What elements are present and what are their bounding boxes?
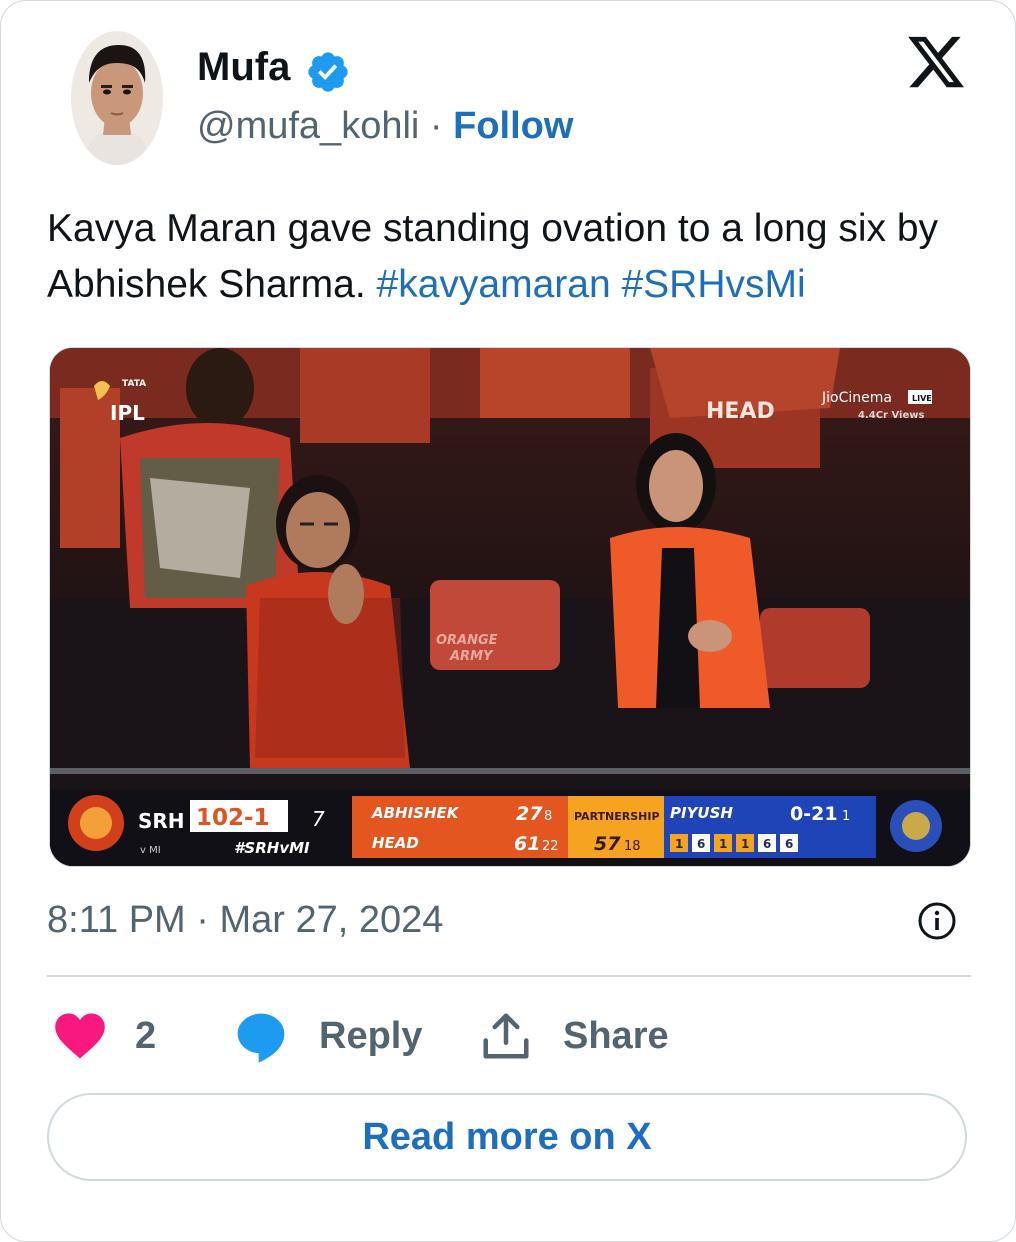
heart-icon[interactable] bbox=[53, 1011, 107, 1061]
avatar[interactable] bbox=[71, 31, 163, 165]
over-ball-value: 6 bbox=[763, 837, 771, 851]
batter2-name: HEAD bbox=[372, 834, 419, 852]
cushion-text: ARMY bbox=[449, 649, 494, 664]
author-name[interactable]: Mufa bbox=[197, 43, 290, 91]
live-badge: LIVE bbox=[912, 394, 932, 403]
overs-text: 7 bbox=[312, 807, 325, 831]
partnership-label: PARTNERSHIP bbox=[574, 810, 660, 823]
team-text: SRH bbox=[138, 809, 185, 833]
tweet-timestamp[interactable]: 8:11 PM · Mar 27, 2024 bbox=[47, 897, 443, 943]
hashtag-link[interactable]: #SRHvsMi bbox=[621, 263, 805, 306]
like-count: 2 bbox=[135, 1015, 157, 1057]
jersey-text: HEAD bbox=[706, 399, 775, 424]
bowler-overs: 1 bbox=[842, 809, 850, 824]
reply-button[interactable]: Reply bbox=[319, 1013, 422, 1059]
bowler-name: PIYUSH bbox=[670, 804, 733, 822]
x-logo-icon[interactable] bbox=[903, 31, 969, 93]
follow-button[interactable]: Follow bbox=[453, 105, 573, 147]
verified-badge-icon bbox=[308, 52, 348, 92]
partnership-balls: 18 bbox=[624, 839, 641, 854]
share-icon[interactable] bbox=[479, 1009, 533, 1063]
over-ball-value: 1 bbox=[741, 837, 749, 851]
broadcaster-text: JioCinema bbox=[821, 390, 892, 406]
batter2-balls: 22 bbox=[542, 839, 559, 854]
over-ball-value: 6 bbox=[697, 837, 705, 851]
read-more-button[interactable]: Read more on X bbox=[47, 1093, 967, 1181]
info-icon[interactable] bbox=[917, 901, 957, 941]
scoreboard: SRH v MI 102-1 7 #SRHvMI ABHISHEK 27 8 H… bbox=[50, 790, 970, 866]
over-ball-value: 6 bbox=[785, 837, 793, 851]
bowler-figures: 0-21 bbox=[790, 803, 838, 825]
hashtag-link[interactable]: #kavyamaran bbox=[377, 263, 611, 306]
tweet-card: Mufa @mufa_kohli · Follow Kavya Maran ga… bbox=[0, 0, 1016, 1242]
tweet-text: Kavya Maran gave standing ovation to a l… bbox=[47, 201, 977, 313]
author-handle-row: @mufa_kohli · Follow bbox=[197, 103, 573, 149]
batter1-runs: 27 bbox=[516, 803, 543, 825]
score-text: 102-1 bbox=[196, 805, 270, 831]
match-tag-text: #SRHvMI bbox=[234, 839, 310, 857]
batter1-balls: 8 bbox=[544, 809, 552, 824]
batter1-name: ABHISHEK bbox=[371, 804, 460, 822]
views-text: 4.4Cr Views bbox=[858, 410, 924, 421]
league-text: IPL bbox=[110, 401, 145, 425]
cushion-text: ORANGE bbox=[436, 633, 498, 648]
partnership-runs: 57 bbox=[594, 833, 621, 855]
tweet-media-image[interactable]: ORANGE ARMY HEAD TATA IPL JioCinema LIVE… bbox=[49, 347, 971, 867]
separator: · bbox=[429, 105, 443, 147]
author-handle[interactable]: @mufa_kohli bbox=[197, 105, 419, 147]
batter2-runs: 61 bbox=[514, 833, 540, 855]
over-ball-value: 1 bbox=[675, 837, 683, 851]
reply-bubble-icon[interactable] bbox=[233, 1009, 289, 1065]
league-top-text: TATA bbox=[122, 379, 146, 389]
divider bbox=[47, 975, 971, 977]
over-ball-value: 1 bbox=[719, 837, 727, 851]
share-button[interactable]: Share bbox=[563, 1013, 669, 1059]
vs-text: v MI bbox=[140, 845, 161, 856]
